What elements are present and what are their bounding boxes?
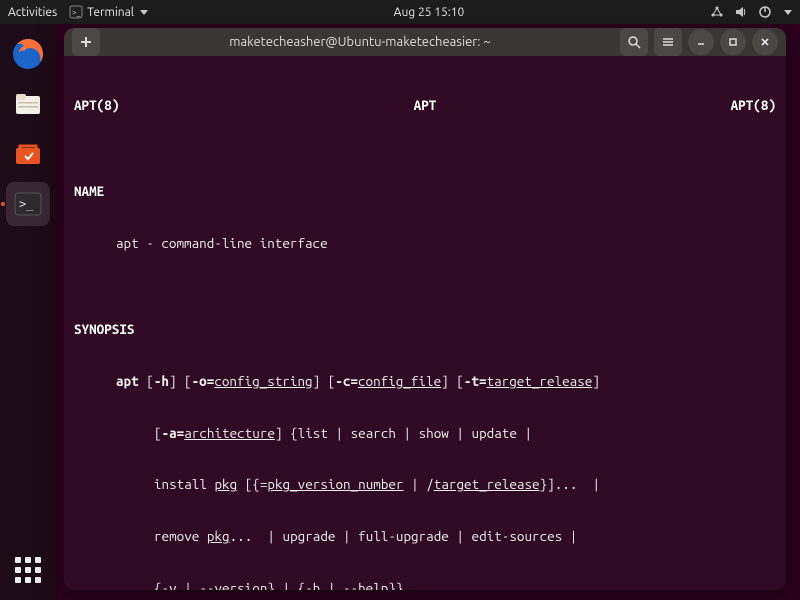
hamburger-icon	[661, 35, 675, 49]
ubuntu-dock: >_	[0, 24, 56, 600]
maximize-button[interactable]	[720, 29, 746, 55]
search-button[interactable]	[620, 28, 648, 56]
terminal-window: maketecheasher@Ubuntu-maketecheasier: ~ …	[64, 28, 786, 590]
synopsis-line-5: {-v | --version} | {-h | --help}}	[74, 580, 776, 590]
man-header: APT(8) APT APT(8)	[74, 97, 776, 114]
ubuntu-software-icon	[12, 138, 44, 170]
synopsis-line-3: install pkg [{=pkg_version_number | /tar…	[74, 476, 776, 493]
dock-software[interactable]	[6, 132, 50, 176]
minimize-button[interactable]	[688, 29, 714, 55]
window-title: maketecheasher@Ubuntu-maketecheasier: ~	[106, 35, 614, 49]
clock[interactable]: Aug 25 15:10	[394, 6, 465, 19]
svg-text:>_: >_	[19, 197, 34, 211]
network-icon	[710, 5, 724, 19]
hamburger-menu-button[interactable]	[654, 28, 682, 56]
chevron-down-icon	[784, 10, 792, 15]
close-button[interactable]	[752, 29, 778, 55]
plus-icon	[79, 35, 93, 49]
app-menu[interactable]: >_ Terminal	[69, 5, 148, 19]
close-icon	[759, 36, 771, 48]
files-icon	[12, 88, 44, 120]
window-titlebar[interactable]: maketecheasher@Ubuntu-maketecheasier: ~	[64, 28, 786, 56]
man-header-left: APT(8)	[74, 97, 119, 114]
new-tab-button[interactable]	[72, 28, 100, 56]
datetime-label: Aug 25 15:10	[394, 6, 465, 19]
terminal-app-icon: >_	[12, 188, 44, 220]
show-applications-button[interactable]	[6, 548, 50, 592]
terminal-content[interactable]: APT(8) APT APT(8) NAME apt - command-lin…	[64, 56, 786, 590]
running-indicator	[1, 202, 5, 206]
app-menu-label: Terminal	[87, 6, 134, 19]
dock-files[interactable]	[6, 82, 50, 126]
volume-icon	[734, 5, 748, 19]
section-synopsis: SYNOPSIS	[74, 321, 776, 338]
man-header-center: APT	[414, 97, 437, 114]
synopsis-line-2: [-a=architecture] {list | search | show …	[74, 425, 776, 442]
man-header-right: APT(8)	[731, 97, 776, 114]
system-status-area[interactable]	[710, 5, 792, 19]
search-icon	[627, 35, 641, 49]
dock-terminal[interactable]: >_	[6, 182, 50, 226]
minimize-icon	[695, 36, 707, 48]
chevron-down-icon	[140, 10, 148, 15]
power-icon	[758, 5, 772, 19]
svg-text:>_: >_	[72, 8, 81, 17]
firefox-icon	[11, 37, 45, 71]
synopsis-line-4: remove pkg... | upgrade | full-upgrade |…	[74, 528, 776, 545]
gnome-top-panel: Activities >_ Terminal Aug 25 15:10	[0, 0, 800, 24]
synopsis-line-1: apt [-h] [-o=config_string] [-c=config_f…	[74, 373, 776, 390]
section-name: NAME	[74, 183, 776, 200]
name-line: apt - command-line interface	[74, 235, 776, 252]
dock-firefox[interactable]	[6, 32, 50, 76]
maximize-icon	[727, 36, 739, 48]
activities-button[interactable]: Activities	[8, 6, 57, 19]
terminal-icon: >_	[69, 5, 83, 19]
